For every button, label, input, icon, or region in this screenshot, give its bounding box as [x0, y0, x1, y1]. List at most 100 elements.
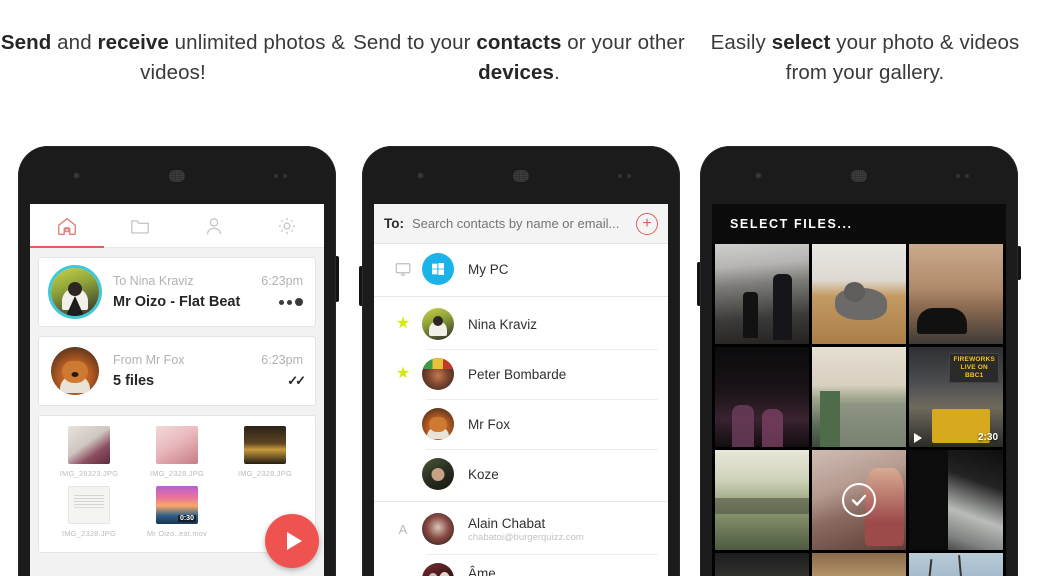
- file-item[interactable]: IMG_28323.JPG: [45, 426, 133, 478]
- phone-mockup-transfers: To Nina Kraviz 6:23pm Mr Oizo - Flat Bea…: [18, 146, 339, 576]
- list-item-contact[interactable]: Âmeame@innervisions.de, +348 2823 2832: [374, 554, 668, 576]
- sensor-dots-icon: [274, 174, 288, 178]
- power-button[interactable]: [335, 256, 339, 302]
- list-item-contact[interactable]: ★ Peter Bombarde: [374, 349, 668, 399]
- sign-line-1: FIREWORKS: [953, 356, 995, 363]
- gallery-item[interactable]: [909, 450, 1003, 550]
- gallery-item[interactable]: [909, 244, 1003, 344]
- play-triangle-icon: [286, 532, 302, 550]
- file-item[interactable]: IMG_2328.JPG: [221, 426, 309, 478]
- tab-bar: [30, 204, 324, 248]
- caption-1-bold-a: Send: [0, 31, 52, 54]
- to-label: To:: [384, 216, 404, 231]
- add-contact-button[interactable]: +: [636, 212, 658, 235]
- earpiece-speaker-icon: [851, 170, 867, 182]
- send-button[interactable]: [265, 514, 319, 568]
- transfer-direction: To Nina Kraviz: [113, 274, 194, 288]
- tab-contacts[interactable]: [177, 204, 251, 247]
- transfer-time: 6:23pm: [261, 274, 303, 288]
- contact-name: Âmeame@innervisions.de, +348 2823 2832: [468, 565, 496, 576]
- gallery-item[interactable]: [909, 553, 1003, 576]
- caption-2-text-c: .: [554, 61, 560, 84]
- gear-icon: [276, 215, 298, 237]
- list-item-contact[interactable]: Mr Fox: [374, 399, 668, 449]
- file-thumbnail: [155, 426, 198, 464]
- file-item[interactable]: IMG_2328.JPG: [45, 486, 133, 538]
- caption-1: Send and receive unlimited photos & vide…: [0, 28, 346, 88]
- transfer-title: 5 files: [113, 373, 155, 389]
- contacts-list: My PC ★ Nina Kraviz ★ Peter Bombarde Mr …: [374, 244, 668, 576]
- tab-home[interactable]: [30, 204, 104, 247]
- gallery-item[interactable]: [812, 244, 906, 344]
- home-icon: [56, 215, 78, 237]
- gallery-grid: FIREWORKS LIVE ON BBC1 2:30: [712, 244, 1006, 576]
- avatar: [422, 408, 454, 440]
- caption-2-bold-a: contacts: [476, 31, 562, 54]
- phone-mockup-contacts: To: +: [359, 146, 680, 576]
- caption-2-bold-b: devices: [478, 61, 555, 84]
- file-thumbnail: [67, 486, 110, 524]
- search-input[interactable]: [412, 216, 636, 231]
- gallery-item-video[interactable]: FIREWORKS LIVE ON BBC1 2:30: [909, 347, 1003, 447]
- phone2-bezel: [362, 146, 680, 204]
- folder-icon: [129, 215, 151, 237]
- transfer-title: Mr Oizo - Flat Beat: [113, 294, 241, 310]
- caption-2: Send to your contacts or your other devi…: [346, 28, 692, 88]
- contact-name: Mr Fox: [468, 416, 510, 432]
- gallery-item[interactable]: [715, 553, 809, 576]
- transfer-time: 6:23pm: [261, 353, 303, 367]
- file-name: Mr Oizo..eat.mov: [146, 529, 208, 538]
- earpiece-speaker-icon: [169, 170, 185, 182]
- contact-name: Peter Bombarde: [468, 366, 567, 382]
- gallery-item[interactable]: [715, 244, 809, 344]
- power-button[interactable]: [1017, 246, 1021, 280]
- file-item[interactable]: 0:30 Mr Oizo..eat.mov: [133, 486, 221, 538]
- avatar: [422, 563, 454, 576]
- file-thumbnail: [243, 426, 286, 464]
- front-camera-icon: [73, 172, 80, 179]
- list-item-contact[interactable]: ★ Nina Kraviz: [374, 299, 668, 349]
- list-item-device[interactable]: My PC: [374, 244, 668, 294]
- phone1-bezel: [18, 146, 336, 204]
- sign-line-3: BBC1: [964, 372, 984, 379]
- caption-1-bold-b: receive: [97, 31, 169, 54]
- gallery-item[interactable]: [715, 450, 809, 550]
- avatar: [422, 358, 454, 390]
- transfer-card-outgoing[interactable]: To Nina Kraviz 6:23pm Mr Oizo - Flat Bea…: [38, 257, 316, 327]
- file-name: IMG_2328.JPG: [149, 469, 205, 478]
- tab-settings[interactable]: [251, 204, 325, 247]
- front-camera-icon: [755, 172, 762, 179]
- gallery-title: SELECT FILES...: [730, 217, 853, 231]
- file-item[interactable]: IMG_2328.JPG: [133, 426, 221, 478]
- transfer-card-incoming[interactable]: From Mr Fox 6:23pm 5 files ✓✓: [38, 336, 316, 406]
- volume-button[interactable]: [697, 262, 701, 306]
- play-icon: [914, 433, 922, 443]
- gallery-item-selected[interactable]: [812, 450, 906, 550]
- list-item-contact[interactable]: Koze: [374, 449, 668, 499]
- transfers-list: To Nina Kraviz 6:23pm Mr Oizo - Flat Bea…: [30, 248, 324, 576]
- caption-3-text-a: Easily: [710, 31, 772, 54]
- contact-name: Nina Kraviz: [468, 316, 538, 332]
- caption-1-text-b: unlimited photos & videos!: [140, 31, 346, 84]
- gallery-item[interactable]: [715, 347, 809, 447]
- star-icon: ★: [395, 315, 411, 332]
- caption-3: Easily select your photo & videos from y…: [692, 28, 1038, 88]
- phone3-screen: SELECT FILES... FIREWORKS LIVE ON BBC1 2…: [712, 204, 1006, 576]
- avatar: [422, 513, 454, 545]
- sensor-dots-icon: [956, 174, 970, 178]
- contact-subtitle: chabatoi@burgerquizz.com: [468, 531, 584, 543]
- gallery-item[interactable]: [812, 347, 906, 447]
- tab-files[interactable]: [104, 204, 178, 247]
- gallery-item[interactable]: IS IT JUST ME OR IS EVERYTHING...: [812, 553, 906, 576]
- volume-button[interactable]: [359, 266, 363, 306]
- avatar: [51, 347, 99, 395]
- video-duration-badge: 2:30: [977, 432, 998, 443]
- caption-3-bold-a: select: [771, 31, 831, 54]
- promo-screenshot: Send and receive unlimited photos & vide…: [0, 0, 1038, 576]
- transfer-direction: From Mr Fox: [113, 353, 185, 367]
- phone3-bezel: [700, 146, 1018, 204]
- file-thumbnail: [67, 426, 110, 464]
- video-duration-badge: 0:30: [177, 515, 196, 522]
- file-thumbnail: 0:30: [155, 486, 198, 524]
- list-item-contact[interactable]: A Alain Chabat chabatoi@burgerquizz.com: [374, 504, 668, 554]
